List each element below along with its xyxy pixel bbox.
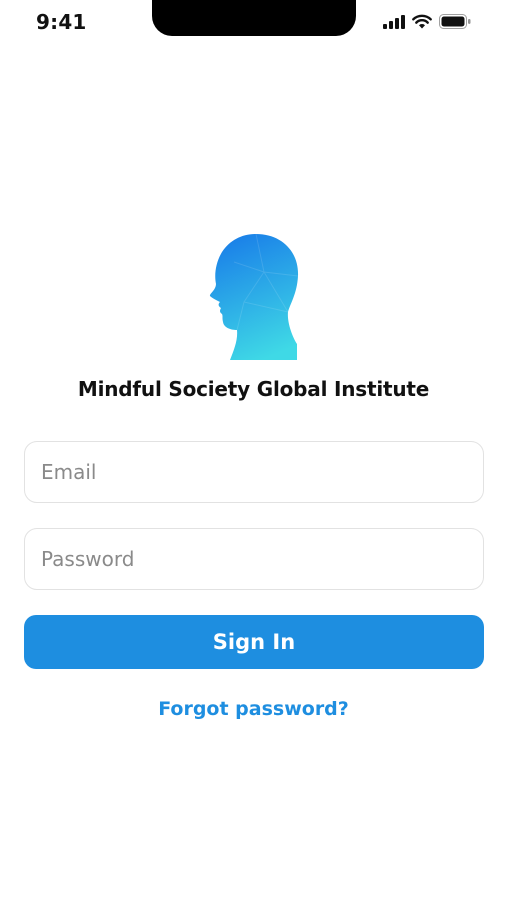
wifi-icon xyxy=(412,14,432,29)
status-icons xyxy=(383,14,471,29)
forgot-password-link[interactable]: Forgot password? xyxy=(0,698,507,720)
brand-logo xyxy=(204,232,304,362)
password-field[interactable] xyxy=(24,528,484,590)
cellular-signal-icon xyxy=(383,14,405,29)
sign-in-button[interactable]: Sign In xyxy=(24,615,484,669)
device-notch xyxy=(152,0,356,36)
email-field[interactable] xyxy=(24,441,484,503)
brand-title: Mindful Society Global Institute xyxy=(77,377,430,401)
status-bar: 9:41 xyxy=(0,0,507,48)
battery-icon xyxy=(439,14,471,29)
status-time: 9:41 xyxy=(36,10,87,34)
head-profile-icon xyxy=(204,232,304,362)
